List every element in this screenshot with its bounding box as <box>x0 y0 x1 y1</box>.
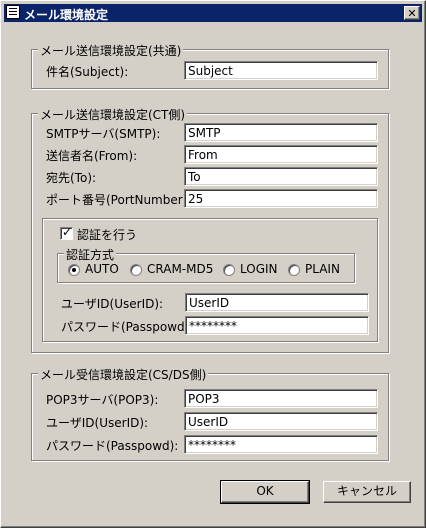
cs-password-input[interactable]: ******** <box>184 435 378 454</box>
radio-cram-md5[interactable] <box>130 264 142 276</box>
cs-password-label: パスワード(Passpowd): <box>46 439 179 453</box>
radio-login-label[interactable]: LOGIN <box>240 262 278 276</box>
auth-userid-label: ユーザID(UserID): <box>61 297 164 311</box>
cs-userid-input[interactable]: UserID <box>184 412 378 431</box>
auth-group: 認証を行う 認証方式 AUTO CRAM-MD5 LOGIN PLAIN ユーザ… <box>42 218 378 342</box>
auth-method-group: 認証方式 AUTO CRAM-MD5 LOGIN PLAIN <box>57 246 355 283</box>
port-input[interactable]: 25 <box>184 189 378 208</box>
auth-checkbox-label[interactable]: 認証を行う <box>77 226 137 243</box>
radio-auto[interactable] <box>68 264 80 276</box>
radio-plain[interactable] <box>288 264 300 276</box>
radio-plain-label[interactable]: PLAIN <box>305 262 340 276</box>
auth-password-label: パスワード(Passpowd): <box>61 320 194 334</box>
pop3-input[interactable]: POP3 <box>184 389 378 408</box>
title-bar[interactable]: メール環境設定 ✕ <box>4 4 422 22</box>
group-send-ct: メール送信環境設定(CT側) SMTPサーバ(SMTP): SMTP 送信者名(… <box>31 106 389 353</box>
auth-userid-input[interactable]: UserID <box>185 293 369 312</box>
radio-cram-md5-label[interactable]: CRAM-MD5 <box>147 262 213 276</box>
cancel-button[interactable]: キャンセル <box>323 481 411 503</box>
group-receive-cs: メール受信環境設定(CS/DS側) POP3サーバ(POP3): POP3 ユー… <box>31 366 389 461</box>
group-send-common-legend: メール送信環境設定(共通) <box>38 42 184 59</box>
smtp-label: SMTPサーバ(SMTP): <box>46 127 161 141</box>
group-send-ct-legend: メール送信環境設定(CT側) <box>38 106 188 123</box>
to-input[interactable]: To <box>184 167 378 186</box>
subject-label: 件名(Subject): <box>46 65 129 79</box>
subject-input[interactable]: Subject <box>184 61 378 80</box>
from-label: 送信者名(From): <box>46 149 138 163</box>
port-label: ポート番号(PortNumber): <box>46 193 192 207</box>
smtp-input[interactable]: SMTP <box>184 123 378 142</box>
dialog-window: メール環境設定 ✕ メール送信環境設定(共通) 件名(Subject): Sub… <box>0 0 426 528</box>
auth-method-legend: 認証方式 <box>64 246 117 263</box>
window-icon[interactable] <box>6 5 20 19</box>
ok-button[interactable]: OK <box>220 480 310 504</box>
close-button[interactable]: ✕ <box>404 6 420 20</box>
group-send-common: メール送信環境設定(共通) 件名(Subject): Subject <box>31 42 389 89</box>
from-input[interactable]: From <box>184 145 378 164</box>
pop3-label: POP3サーバ(POP3): <box>46 393 159 407</box>
cs-userid-label: ユーザID(UserID): <box>46 416 149 430</box>
auth-password-input[interactable]: ******** <box>185 316 369 335</box>
auth-checkbox[interactable] <box>60 225 73 240</box>
radio-auto-label[interactable]: AUTO <box>85 262 119 276</box>
to-label: 宛先(To): <box>46 171 97 185</box>
radio-login[interactable] <box>223 264 235 276</box>
group-receive-cs-legend: メール受信環境設定(CS/DS側) <box>38 366 209 383</box>
window-title: メール環境設定 <box>24 8 109 22</box>
